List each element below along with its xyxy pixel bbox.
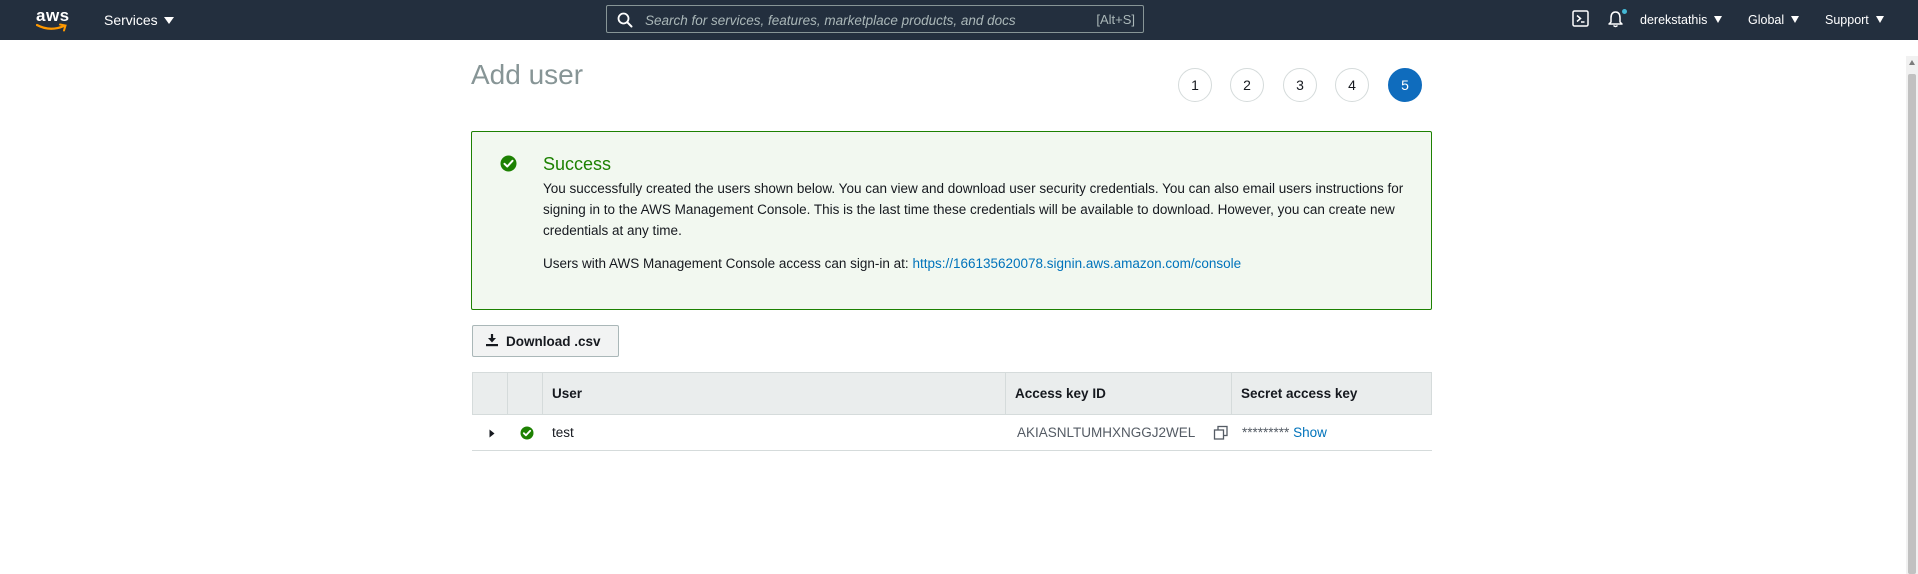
row-success-icon: [520, 426, 534, 440]
user-cell: test: [552, 425, 574, 440]
caret-down-icon: [1714, 16, 1723, 23]
support-menu[interactable]: Support: [1825, 13, 1884, 27]
scroll-up-icon[interactable]: [1909, 60, 1915, 65]
signin-info: Users with AWS Management Console access…: [543, 256, 1241, 271]
status-column-header: [507, 373, 542, 414]
caret-down-icon: [163, 17, 174, 24]
search-input[interactable]: [643, 9, 1067, 31]
access-key-column-header: Access key ID: [1005, 373, 1231, 414]
services-menu[interactable]: Services: [104, 12, 174, 28]
success-check-icon: [500, 155, 517, 172]
download-csv-label: Download .csv: [506, 334, 601, 349]
wizard-step-5: 5: [1388, 68, 1422, 102]
scrollbar-thumb[interactable]: [1908, 74, 1916, 574]
region-label: Global: [1748, 13, 1785, 27]
wizard-step-1[interactable]: 1: [1178, 68, 1212, 102]
services-label: Services: [104, 12, 158, 28]
signin-url-link[interactable]: https://166135620078.signin.aws.amazon.c…: [912, 256, 1241, 271]
caret-down-icon: [1875, 16, 1884, 23]
cloudshell-icon[interactable]: [1572, 10, 1589, 27]
user-column-header: User: [542, 373, 1005, 414]
search-bar[interactable]: [Alt+S]: [606, 5, 1144, 33]
aws-smile-icon: [36, 23, 67, 32]
secret-masked-value: *********: [1242, 425, 1290, 440]
wizard-step-4[interactable]: 4: [1335, 68, 1369, 102]
access-key-cell: AKIASNLTUMHXNGGJ2WEL: [1017, 425, 1196, 440]
caret-down-icon: [1791, 16, 1800, 23]
copy-icon[interactable]: [1213, 425, 1229, 441]
wizard-step-2[interactable]: 2: [1230, 68, 1264, 102]
secret-masked-cell: ********* Show: [1242, 415, 1327, 450]
download-csv-button[interactable]: Download .csv: [472, 325, 619, 357]
table-header: User Access key ID Secret access key: [472, 372, 1432, 415]
secret-key-column-header: Secret access key: [1231, 373, 1431, 414]
search-shortcut: [Alt+S]: [1096, 12, 1135, 27]
search-icon: [617, 12, 633, 28]
page-scrollbar[interactable]: [1906, 56, 1918, 574]
table-row: test AKIASNLTUMHXNGGJ2WEL ********* Show: [472, 415, 1432, 451]
account-menu[interactable]: derekstathis: [1640, 13, 1723, 27]
notification-dot: [1622, 9, 1627, 14]
top-nav: aws Services [Alt+S] derekstathis Global…: [0, 0, 1918, 40]
wizard-step-3[interactable]: 3: [1283, 68, 1317, 102]
success-title: Success: [543, 154, 612, 174]
support-label: Support: [1825, 13, 1869, 27]
account-label: derekstathis: [1640, 13, 1708, 27]
show-secret-link[interactable]: Show: [1293, 425, 1327, 440]
download-icon: [486, 334, 498, 347]
success-message: You successfully created the users shown…: [543, 181, 1404, 238]
aws-logo[interactable]: aws: [36, 6, 70, 32]
page-title: Add user: [471, 59, 584, 90]
signin-prefix: Users with AWS Management Console access…: [543, 256, 909, 271]
success-alert: Success You successfully created the use…: [471, 131, 1432, 310]
expand-row-icon[interactable]: [489, 429, 495, 438]
region-menu[interactable]: Global: [1748, 13, 1800, 27]
